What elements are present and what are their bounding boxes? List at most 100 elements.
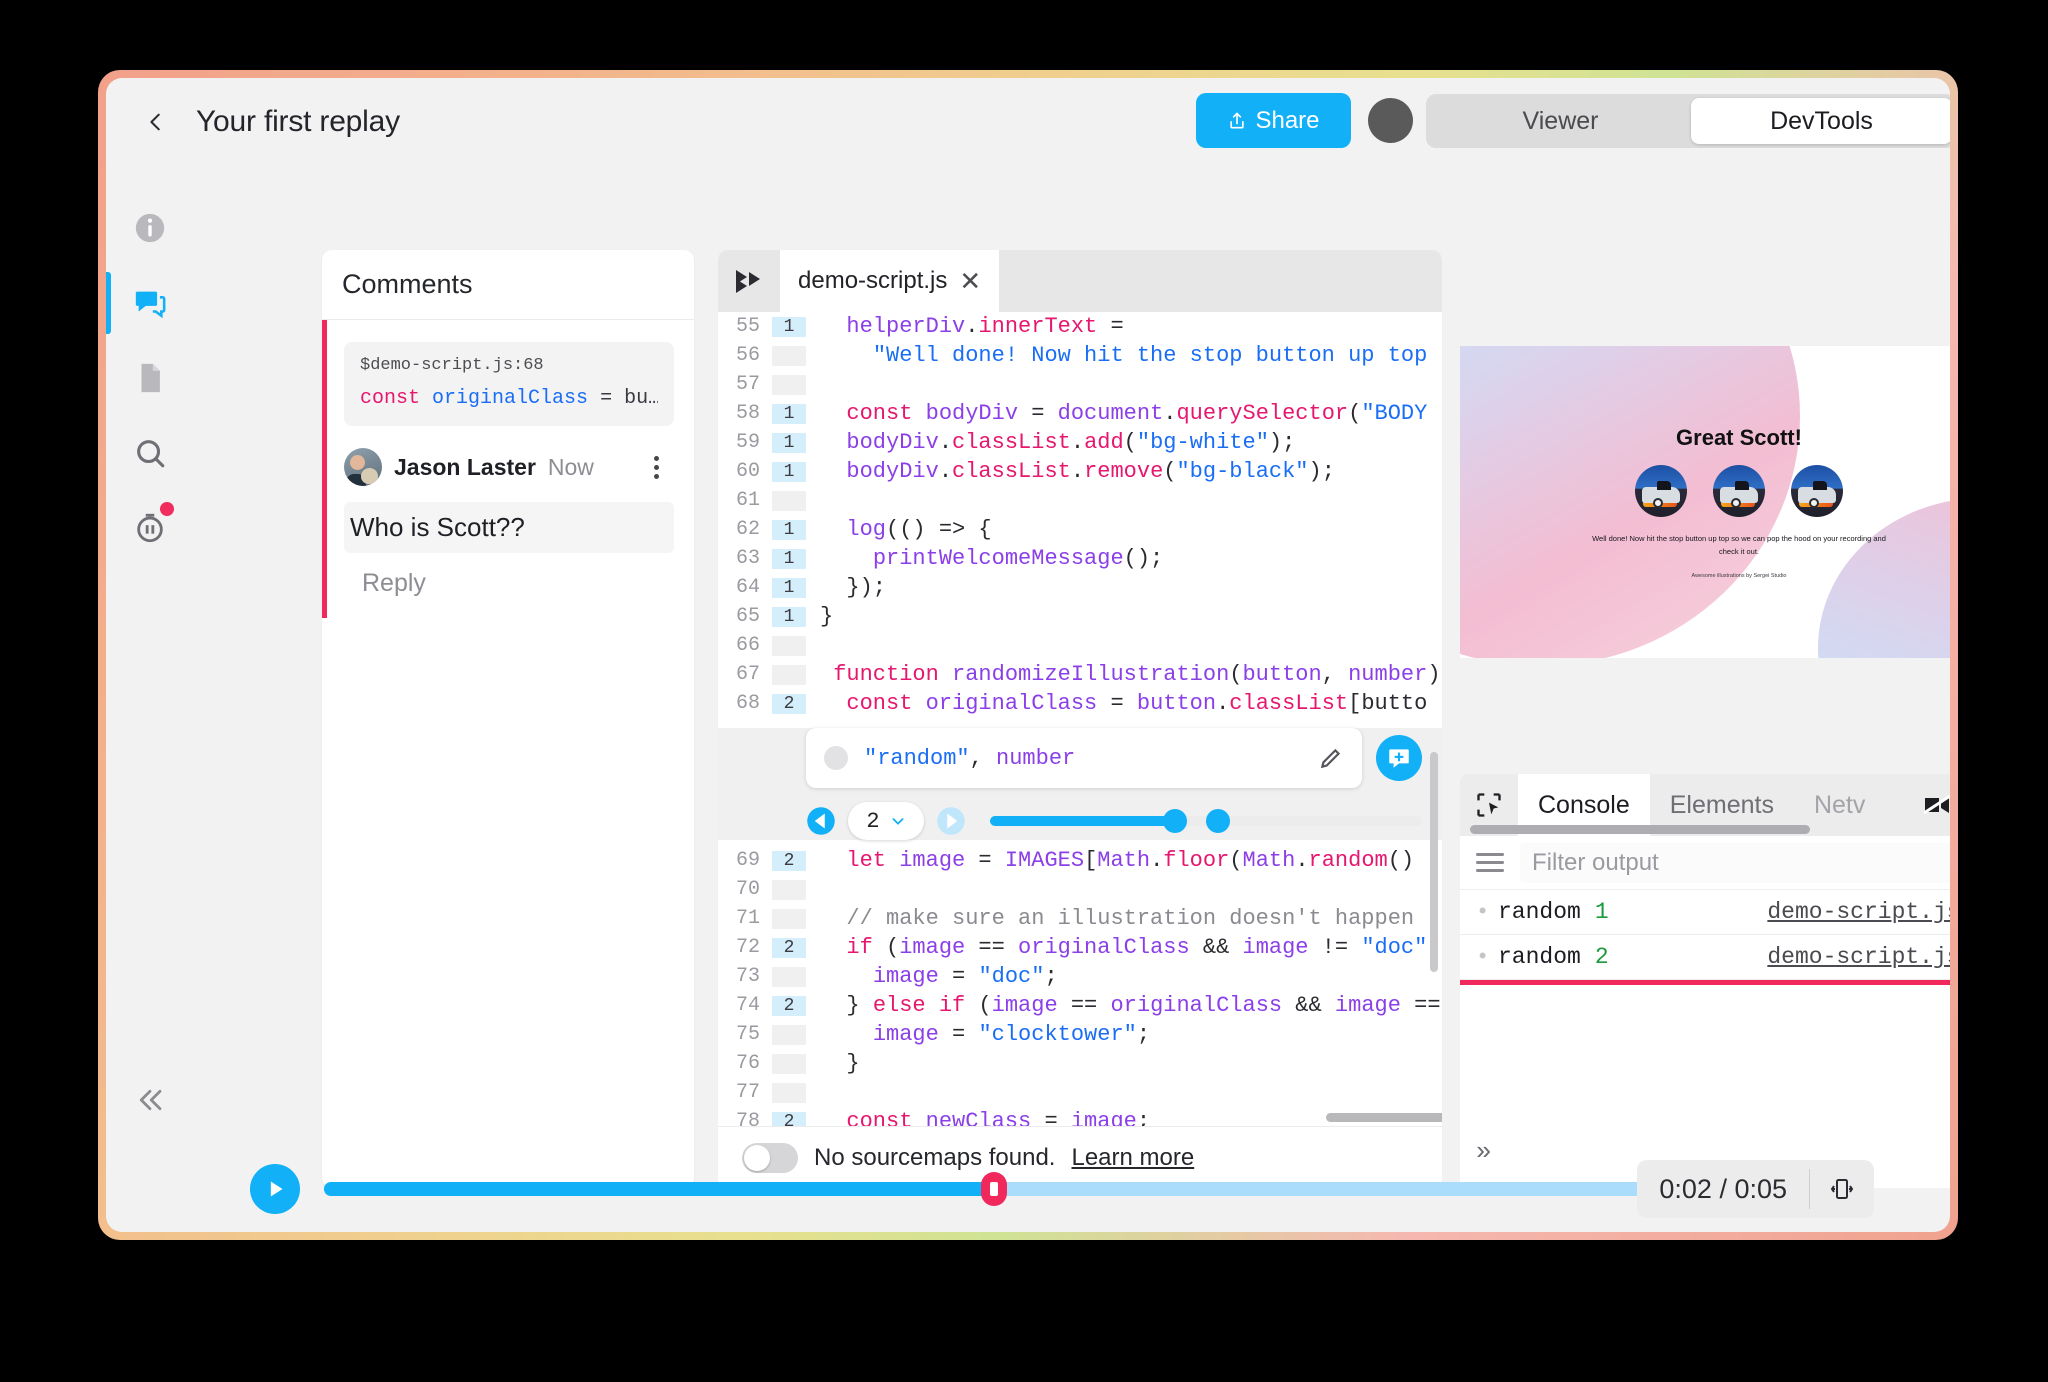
code-line[interactable]: 65 1} bbox=[718, 602, 1442, 631]
line-number: 75 bbox=[735, 1023, 760, 1046]
hit-count[interactable]: 0 bbox=[772, 1082, 806, 1103]
chevron-down-icon bbox=[892, 818, 904, 825]
devtools-actions bbox=[1922, 774, 1950, 836]
code-line[interactable]: 70 0 bbox=[718, 875, 1442, 904]
filter-levels-icon[interactable] bbox=[1476, 853, 1504, 872]
hit-count[interactable]: 1 bbox=[772, 606, 806, 627]
add-comment-button[interactable] bbox=[1376, 735, 1422, 781]
sidebar-item-info[interactable] bbox=[124, 202, 176, 254]
close-icon[interactable]: ✕ bbox=[959, 266, 981, 297]
hit-slider[interactable] bbox=[990, 809, 1422, 833]
code-line[interactable]: 77 0 bbox=[718, 1078, 1442, 1107]
hit-count[interactable]: 0 bbox=[772, 635, 806, 656]
hit-count[interactable]: 1 bbox=[772, 432, 806, 453]
tab-devtools[interactable]: DevTools bbox=[1691, 98, 1950, 144]
code-line[interactable]: 74 2 } else if (image == originalClass &&… bbox=[718, 991, 1442, 1020]
timeline-track[interactable] bbox=[324, 1172, 1664, 1206]
log-source-link[interactable]: demo-script.js:68 bbox=[1767, 944, 1950, 970]
replay-logo-icon bbox=[736, 270, 760, 293]
hit-count[interactable]: 0 bbox=[772, 345, 806, 366]
filter-input[interactable] bbox=[1520, 842, 1950, 883]
collapse-sidebar-button[interactable] bbox=[124, 1074, 176, 1126]
code-line[interactable]: 55 1 helperDiv.innerText = bbox=[718, 312, 1442, 341]
comment-reply-input[interactable]: Reply bbox=[344, 563, 674, 606]
sidebar-item-sources[interactable] bbox=[124, 352, 176, 404]
hit-count[interactable]: 2 bbox=[772, 995, 806, 1016]
devtools-tabs-scrollbar[interactable] bbox=[1470, 825, 1810, 834]
code-line[interactable]: 75 0 image = "clocktower"; bbox=[718, 1020, 1442, 1049]
hit-count[interactable]: 2 bbox=[772, 937, 806, 958]
sidebar-item-search[interactable] bbox=[124, 427, 176, 479]
print-expression-box[interactable]: "random", number bbox=[806, 728, 1362, 788]
hit-slider-handle[interactable] bbox=[1206, 809, 1230, 833]
comment-menu-button[interactable] bbox=[642, 452, 670, 482]
console-log-row[interactable]: • random 1 demo-script.js:68 bbox=[1460, 890, 1950, 935]
hit-number-select[interactable]: 2 bbox=[848, 802, 924, 840]
play-button[interactable] bbox=[250, 1164, 300, 1214]
line-number: 66 bbox=[735, 634, 760, 657]
code-line[interactable]: 58 1 const bodyDiv = document.querySelect… bbox=[718, 399, 1442, 428]
code-line[interactable]: 63 1 printWelcomeMessage(); bbox=[718, 544, 1442, 573]
tab-viewer[interactable]: Viewer bbox=[1430, 98, 1691, 144]
editor-vertical-scrollbar[interactable] bbox=[1430, 752, 1438, 972]
hit-count[interactable]: 1 bbox=[772, 577, 806, 598]
code-line[interactable]: 61 0 bbox=[718, 486, 1442, 515]
hit-count[interactable]: 0 bbox=[772, 1024, 806, 1045]
prev-hit-icon[interactable] bbox=[806, 806, 836, 836]
code-line[interactable]: 56 0 "Well done! Now hit the stop button … bbox=[718, 341, 1442, 370]
hit-count[interactable]: 1 bbox=[772, 316, 806, 337]
editor-tabbar: demo-script.js ✕ bbox=[718, 250, 1442, 312]
code-line[interactable]: 64 1 }); bbox=[718, 573, 1442, 602]
console-log-row[interactable]: • random 2 demo-script.js:68 bbox=[1460, 935, 1950, 980]
code-line[interactable]: 60 1 bodyDiv.classList.remove("bg-black")… bbox=[718, 457, 1442, 486]
code-line[interactable]: 67 0 function randomizeIllustration(butto… bbox=[718, 660, 1442, 689]
hit-count[interactable]: 0 bbox=[772, 966, 806, 987]
breakpoint-dot-icon[interactable] bbox=[824, 746, 848, 770]
hit-count[interactable]: 0 bbox=[772, 879, 806, 900]
hit-count[interactable]: 1 bbox=[772, 519, 806, 540]
hit-count[interactable]: 0 bbox=[772, 664, 806, 685]
editor-horizontal-scrollbar[interactable] bbox=[1326, 1113, 1442, 1122]
hit-count[interactable]: 1 bbox=[772, 548, 806, 569]
code-line[interactable]: 69 2 let image = IMAGES[Math.floor(Math.r… bbox=[718, 846, 1442, 875]
code-line[interactable]: 72 2 if (image == originalClass && image … bbox=[718, 933, 1442, 962]
hit-count[interactable]: 2 bbox=[772, 850, 806, 871]
comment-item[interactable]: $demo-script.js:68 const originalClass =… bbox=[322, 320, 694, 618]
code-line[interactable]: 59 1 bodyDiv.classList.add("bg-white"); bbox=[718, 428, 1442, 457]
replay-logo-button[interactable] bbox=[718, 250, 780, 312]
time-display: 0:02 / 0:05 bbox=[1659, 1173, 1787, 1204]
comment-source-location: $demo-script.js:68 bbox=[360, 356, 544, 375]
code-line[interactable]: 71 0 // make sure an illustration doesn't… bbox=[718, 904, 1442, 933]
code-line[interactable]: 73 0 image = "doc"; bbox=[718, 962, 1442, 991]
hit-count[interactable]: 1 bbox=[772, 403, 806, 424]
hit-count[interactable]: 0 bbox=[772, 374, 806, 395]
app-header: Your first replay Share Viewer DevTools bbox=[106, 78, 1950, 164]
code-area[interactable]: 55 1 helperDiv.innerText = 56 0 "Well done!… bbox=[718, 312, 1442, 1126]
hit-count[interactable]: 2 bbox=[772, 693, 806, 714]
log-source-link[interactable]: demo-script.js:68 bbox=[1767, 899, 1950, 925]
hit-count[interactable]: 0 bbox=[772, 908, 806, 929]
comparison-view-button[interactable] bbox=[1810, 1175, 1874, 1203]
sidebar-item-events[interactable] bbox=[124, 502, 176, 554]
hit-count[interactable]: 0 bbox=[772, 1053, 806, 1074]
print-statement-widget: "random", number 2 bbox=[718, 728, 1442, 840]
hit-count[interactable]: 0 bbox=[772, 490, 806, 511]
timeline-scrubber[interactable] bbox=[981, 1172, 1007, 1206]
share-button[interactable]: Share bbox=[1196, 93, 1351, 148]
next-hit-icon[interactable] bbox=[936, 806, 966, 836]
code-line[interactable]: 66 0 bbox=[718, 631, 1442, 660]
replay-preview[interactable]: Great Scott! Well done! Now hit the stop… bbox=[1460, 346, 1950, 658]
code-line[interactable]: 68 2 const originalClass = button.classLi… bbox=[718, 689, 1442, 718]
hit-count[interactable]: 1 bbox=[772, 461, 806, 482]
hit-slider-handle[interactable] bbox=[1162, 809, 1187, 833]
code-line[interactable]: 76 0 } bbox=[718, 1049, 1442, 1078]
code-line[interactable]: 62 1 log(() => { bbox=[718, 515, 1442, 544]
editor-tab-demo-script[interactable]: demo-script.js ✕ bbox=[780, 250, 1000, 312]
code-line[interactable]: 57 0 bbox=[718, 370, 1442, 399]
user-avatar[interactable] bbox=[1368, 98, 1413, 143]
sidebar-item-comments[interactable] bbox=[124, 277, 176, 329]
hit-count[interactable]: 2 bbox=[772, 1111, 806, 1126]
video-off-icon[interactable] bbox=[1922, 792, 1950, 818]
pencil-icon[interactable] bbox=[1318, 745, 1344, 771]
back-button[interactable] bbox=[134, 100, 178, 144]
